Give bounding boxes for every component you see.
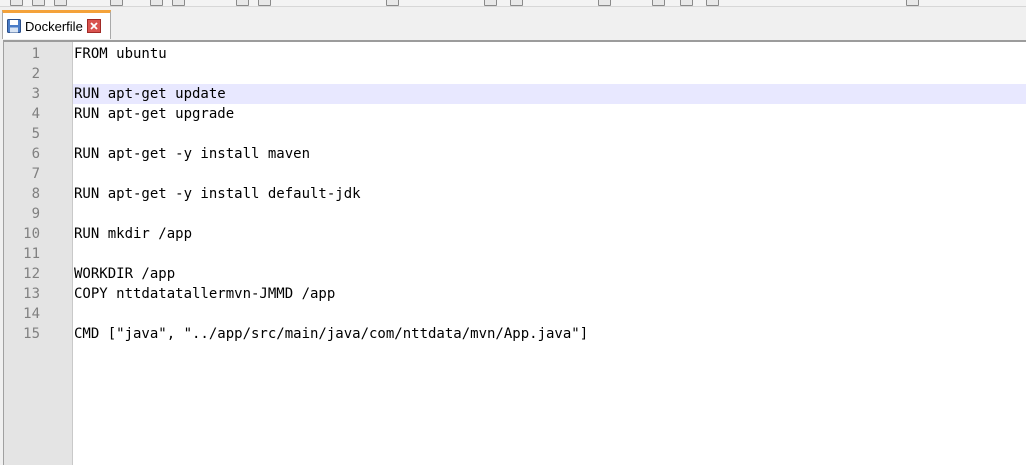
code-line[interactable]: 15 CMD ["java", "../app/src/main/java/com…	[4, 324, 1026, 344]
toolbar-button-icon[interactable]	[150, 0, 163, 6]
toolbar-button-icon[interactable]	[510, 0, 523, 6]
code-line[interactable]: 11	[4, 244, 1026, 264]
toolbar-button-icon[interactable]	[110, 0, 123, 6]
toolbar-button-icon[interactable]	[484, 0, 497, 6]
line-number: 5	[31, 126, 40, 142]
line-text[interactable]: COPY nttdatatallermvn-JMMD /app	[73, 284, 1026, 304]
code-line[interactable]: 13 COPY nttdatatallermvn-JMMD /app	[4, 284, 1026, 304]
line-text[interactable]	[73, 244, 1026, 264]
line-text[interactable]	[73, 204, 1026, 224]
line-text[interactable]: RUN apt-get -y install default-jdk	[73, 184, 1026, 204]
text-editor[interactable]: 1 FROM ubuntu 2 3 RUN apt-get update 4 RUN apt…	[3, 40, 1026, 465]
code-line[interactable]: 3 RUN apt-get update	[4, 84, 1026, 104]
line-number: 1	[31, 46, 40, 62]
line-text[interactable]: RUN apt-get upgrade	[73, 104, 1026, 124]
toolbar-button-icon[interactable]	[236, 0, 249, 6]
line-number: 9	[31, 206, 40, 222]
line-number: 7	[31, 166, 40, 182]
toolbar-button-icon[interactable]	[32, 0, 45, 6]
line-text[interactable]: CMD ["java", "../app/src/main/java/com/n…	[73, 324, 1026, 344]
code-line[interactable]: 1 FROM ubuntu	[4, 44, 1026, 64]
toolbar-button-icon[interactable]	[906, 0, 919, 6]
line-text[interactable]: RUN apt-get update	[73, 84, 1026, 104]
code-line[interactable]: 5	[4, 124, 1026, 144]
line-text[interactable]: RUN mkdir /app	[73, 224, 1026, 244]
toolbar	[0, 0, 1026, 7]
close-icon[interactable]	[86, 19, 101, 33]
toolbar-button-icon[interactable]	[386, 0, 399, 6]
line-text[interactable]: RUN apt-get -y install maven	[73, 144, 1026, 164]
line-number: 2	[31, 66, 40, 82]
code-line[interactable]: 9	[4, 204, 1026, 224]
line-number: 10	[23, 226, 40, 242]
line-number: 12	[23, 266, 40, 282]
code-line[interactable]: 12 WORKDIR /app	[4, 264, 1026, 284]
code-line[interactable]: 2	[4, 64, 1026, 84]
toolbar-button-icon[interactable]	[172, 0, 185, 6]
line-number: 15	[23, 326, 40, 342]
line-text[interactable]	[73, 164, 1026, 184]
tab-label: Dockerfile	[25, 18, 83, 34]
line-text[interactable]: WORKDIR /app	[73, 264, 1026, 284]
toolbar-button-icon[interactable]	[706, 0, 719, 6]
toolbar-button-icon[interactable]	[258, 0, 271, 6]
line-number: 13	[23, 286, 40, 302]
line-number: 6	[31, 146, 40, 162]
code-line[interactable]: 7	[4, 164, 1026, 184]
toolbar-button-icon[interactable]	[652, 0, 665, 6]
tab-bar: Dockerfile	[0, 7, 1026, 40]
line-text[interactable]	[73, 304, 1026, 324]
code-line[interactable]: 4 RUN apt-get upgrade	[4, 104, 1026, 124]
code-line[interactable]: 14	[4, 304, 1026, 324]
line-number: 14	[23, 306, 40, 322]
code-line[interactable]: 6 RUN apt-get -y install maven	[4, 144, 1026, 164]
line-number: 3	[31, 86, 40, 102]
code-lines: 1 FROM ubuntu 2 3 RUN apt-get update 4 RUN apt…	[4, 44, 1026, 344]
toolbar-button-icon[interactable]	[10, 0, 23, 6]
toolbar-button-icon[interactable]	[54, 0, 67, 6]
code-line[interactable]: 10 RUN mkdir /app	[4, 224, 1026, 244]
line-text[interactable]	[73, 124, 1026, 144]
line-number: 8	[31, 186, 40, 202]
code-line[interactable]: 8 RUN apt-get -y install default-jdk	[4, 184, 1026, 204]
tab-dockerfile[interactable]: Dockerfile	[2, 10, 111, 39]
line-number: 11	[23, 246, 40, 262]
line-text[interactable]: FROM ubuntu	[73, 44, 1026, 64]
save-icon	[7, 19, 21, 33]
toolbar-button-icon[interactable]	[680, 0, 693, 6]
toolbar-button-icon[interactable]	[598, 0, 611, 6]
line-text[interactable]	[73, 64, 1026, 84]
line-number: 4	[31, 106, 40, 122]
